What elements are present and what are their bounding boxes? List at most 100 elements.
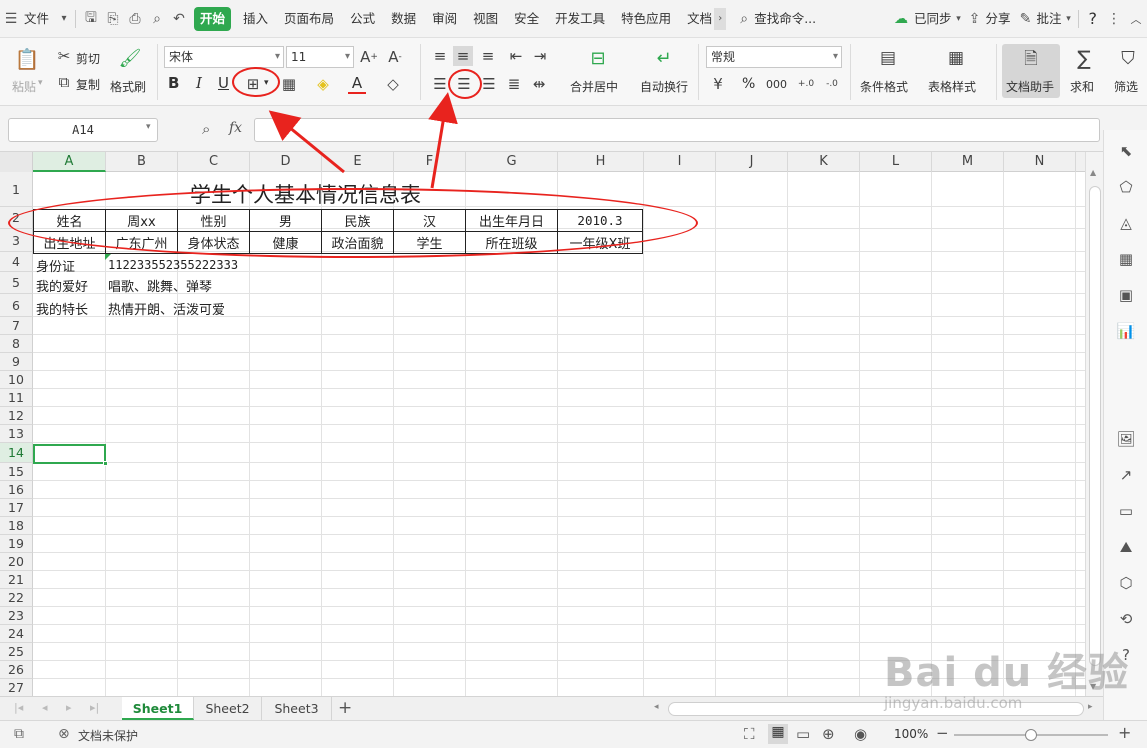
share-button[interactable]: 分享: [985, 0, 1014, 38]
underline-button[interactable]: U: [218, 74, 229, 92]
chevron-down-icon[interactable]: ▾: [146, 122, 151, 132]
copy-button[interactable]: 复制: [76, 76, 100, 93]
next-sheet-icon[interactable]: ▸: [66, 701, 72, 714]
archive-icon[interactable]: ▭: [1115, 500, 1137, 522]
column-header-d[interactable]: D: [250, 152, 322, 172]
column-header-n[interactable]: N: [1004, 152, 1076, 172]
tab-review[interactable]: 审阅: [424, 0, 465, 38]
select-pointer-icon[interactable]: ⬉: [1115, 140, 1137, 162]
chevron-down-icon[interactable]: ▾: [953, 0, 963, 38]
row-header-8[interactable]: 8: [0, 335, 33, 353]
last-sheet-icon[interactable]: ▸|: [90, 701, 99, 714]
distributed-icon[interactable]: ⇹: [529, 74, 549, 94]
percent-button[interactable]: %: [742, 76, 755, 92]
align-top-icon[interactable]: ≡: [430, 46, 450, 66]
active-cell-a14[interactable]: [33, 444, 106, 464]
column-header-h[interactable]: H: [558, 152, 644, 172]
tab-home[interactable]: 开始: [194, 6, 232, 31]
cell-a6[interactable]: 我的特长: [36, 298, 88, 318]
fx-button[interactable]: fx: [229, 120, 242, 136]
paste-icon[interactable]: 📋: [14, 46, 40, 72]
styles-icon[interactable]: ◬: [1115, 212, 1137, 234]
grid-apps-icon[interactable]: ▣: [1115, 284, 1137, 306]
chevron-right-icon[interactable]: ›: [714, 7, 727, 30]
tab-insert[interactable]: 插入: [235, 0, 276, 38]
decrease-indent-icon[interactable]: ⇤: [506, 46, 526, 66]
page-break-icon[interactable]: ⊕: [822, 725, 835, 743]
history-icon[interactable]: ⟲: [1115, 608, 1137, 630]
row-header-21[interactable]: 21: [0, 571, 33, 589]
sheet-tab-3[interactable]: Sheet3: [262, 697, 332, 720]
tab-document[interactable]: 文档: [679, 0, 714, 38]
row-header-15[interactable]: 15: [0, 463, 33, 481]
conditional-format-button[interactable]: 条件格式: [860, 78, 908, 95]
formula-input[interactable]: [254, 118, 1100, 142]
row-header-9[interactable]: 9: [0, 353, 33, 371]
sum-button[interactable]: 求和: [1070, 78, 1094, 95]
document-icon[interactable]: ⧉: [14, 726, 24, 742]
tab-developer[interactable]: 开发工具: [547, 0, 613, 38]
hamburger-icon[interactable]: ☰: [0, 0, 22, 38]
shield-icon[interactable]: ⬡: [1115, 572, 1137, 594]
justify-icon[interactable]: ≣: [504, 74, 524, 94]
filter-button[interactable]: 筛选: [1114, 78, 1147, 95]
picture-icon[interactable]: ⛰: [1115, 536, 1137, 558]
save-icon[interactable]: 🖫: [80, 0, 102, 38]
increase-indent-icon[interactable]: ⇥: [530, 46, 550, 66]
chart-icon[interactable]: 📊: [1115, 320, 1137, 342]
column-header-g[interactable]: G: [466, 152, 558, 172]
fill-color-icon[interactable]: ◈: [314, 74, 332, 94]
zoom-slider[interactable]: [954, 729, 1108, 741]
tab-special-apps[interactable]: 特色应用: [613, 0, 679, 38]
row-header-14[interactable]: 14: [0, 443, 33, 463]
table-icon[interactable]: ▦: [1115, 248, 1137, 270]
vertical-scrollbar[interactable]: ▲ ▼: [1085, 152, 1103, 696]
row-header-11[interactable]: 11: [0, 389, 33, 407]
tab-page-layout[interactable]: 页面布局: [276, 0, 342, 38]
column-header-a[interactable]: A: [33, 152, 106, 172]
first-sheet-icon[interactable]: |◂: [14, 701, 23, 714]
font-color-icon[interactable]: A: [348, 74, 366, 94]
currency-icon[interactable]: ¥: [708, 74, 728, 94]
cell-b6[interactable]: 热情开朗、活泼可爱: [108, 298, 225, 318]
column-header-c[interactable]: C: [178, 152, 250, 172]
cell-a5[interactable]: 我的爱好: [36, 275, 88, 295]
increase-font-icon[interactable]: A +: [360, 46, 378, 68]
zoom-out-button[interactable]: −: [936, 724, 949, 742]
select-all-corner[interactable]: [0, 152, 33, 172]
align-left-icon[interactable]: ☰: [430, 74, 450, 94]
increase-decimal-icon[interactable]: +.0: [796, 74, 816, 94]
row-header-19[interactable]: 19: [0, 535, 33, 553]
paste-button[interactable]: 粘贴: [12, 78, 36, 95]
protection-status[interactable]: 文档未保护: [78, 727, 138, 744]
column-header-e[interactable]: E: [322, 152, 394, 172]
zoom-slider-thumb[interactable]: [1025, 729, 1037, 741]
search-commands[interactable]: 查找命令...: [752, 0, 824, 38]
doc-assistant-button[interactable]: 🗎 文档助手: [1002, 44, 1060, 98]
cut-button[interactable]: 剪切: [76, 50, 100, 67]
row-header-24[interactable]: 24: [0, 625, 33, 643]
align-right-icon[interactable]: ☰: [479, 74, 499, 94]
row-header-20[interactable]: 20: [0, 553, 33, 571]
column-header-f[interactable]: F: [394, 152, 466, 172]
row-header-27[interactable]: 27: [0, 679, 33, 696]
shapes-icon[interactable]: ⬠: [1115, 176, 1137, 198]
comment-button[interactable]: 批注: [1036, 0, 1063, 38]
row-header-18[interactable]: 18: [0, 517, 33, 535]
row-header-7[interactable]: 7: [0, 317, 33, 335]
export-pdf-icon[interactable]: ⎘: [102, 0, 124, 38]
vertical-scroll-thumb[interactable]: [1089, 186, 1101, 666]
fill-handle[interactable]: [103, 461, 108, 466]
reading-mode-icon[interactable]: ◉: [854, 725, 867, 743]
column-header-b[interactable]: B: [106, 152, 178, 172]
add-sheet-button[interactable]: +: [338, 697, 352, 719]
row-header-6[interactable]: 6: [0, 294, 33, 317]
more-icon[interactable]: ⋮: [1103, 0, 1125, 38]
cell-b4[interactable]: 112233552355222333: [108, 255, 238, 275]
row-header-5[interactable]: 5: [0, 272, 33, 294]
chevron-down-icon[interactable]: ▾: [1064, 0, 1074, 38]
cell-a4[interactable]: 身份证: [36, 255, 75, 275]
font-size-select[interactable]: 11: [286, 46, 354, 68]
chevron-down-icon[interactable]: ▾: [57, 0, 71, 38]
zoom-lookup-icon[interactable]: ⌕: [202, 120, 210, 138]
